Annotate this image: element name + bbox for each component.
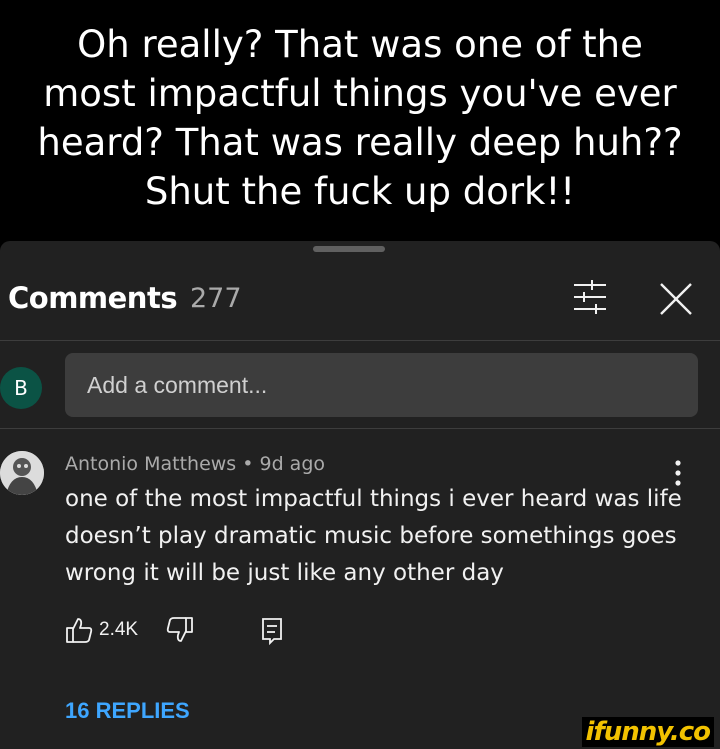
like-count: 2.4K (99, 619, 139, 640)
drag-handle[interactable] (313, 246, 385, 252)
header-divider (0, 340, 720, 341)
meme-caption-area: Oh really? That was one of the most impa… (0, 0, 720, 241)
reply-icon[interactable] (260, 617, 284, 645)
author-avatar-image (0, 451, 44, 495)
comment-meta: Antonio Matthews • 9d ago (65, 453, 326, 475)
comment-author-avatar[interactable] (0, 451, 44, 495)
close-icon[interactable] (656, 279, 696, 319)
comment-text: one of the most impactful things i ever … (65, 486, 682, 586)
replies-button[interactable]: 16 REPLIES (65, 698, 190, 724)
composer-divider (0, 428, 720, 429)
ifunny-watermark: ifunny.co (581, 717, 714, 747)
meme-caption: Oh really? That was one of the most impa… (37, 22, 683, 213)
comments-count: 277 (190, 283, 242, 314)
thumb-down-icon[interactable] (166, 616, 194, 644)
thumb-up-icon (66, 618, 93, 643)
comments-title: Comments (8, 281, 178, 315)
avatar[interactable]: B (0, 367, 42, 409)
comments-panel: Comments 277 B Add a comment... Antonio … (0, 241, 720, 749)
filter-icon[interactable] (570, 279, 610, 315)
add-comment-input[interactable]: Add a comment... (65, 353, 698, 417)
like-button[interactable]: 2.4K (65, 616, 138, 644)
